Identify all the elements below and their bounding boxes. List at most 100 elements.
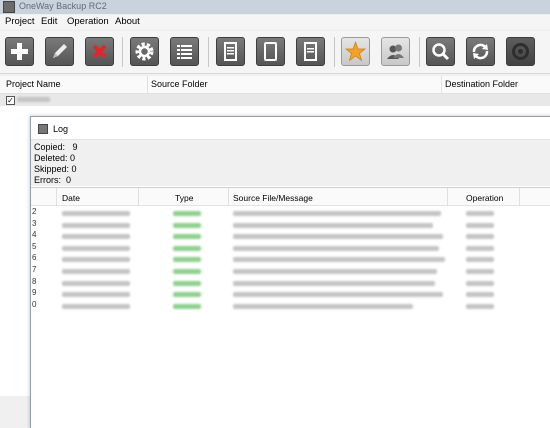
operation-redacted <box>466 280 494 286</box>
stat-errors: Errors: 0 <box>34 175 71 185</box>
toolbar-separator <box>122 37 123 67</box>
operation-redacted <box>466 245 494 251</box>
log-title: Log <box>53 124 69 134</box>
operation-redacted <box>466 292 494 298</box>
column-divider <box>447 188 448 205</box>
row-number: 7 <box>32 265 37 274</box>
stat-copied: Copied: 9 <box>34 142 78 152</box>
gear-icon <box>135 42 154 61</box>
document-button[interactable] <box>216 37 245 66</box>
date-redacted <box>62 211 130 216</box>
operation-redacted <box>466 269 494 274</box>
menu-edit[interactable]: Edit <box>41 16 57 27</box>
row-number: 5 <box>32 241 37 251</box>
tablet-button[interactable] <box>256 37 285 66</box>
stat-deleted-label: Deleted: <box>34 153 68 163</box>
type-redacted <box>173 269 201 274</box>
message-redacted <box>233 257 445 263</box>
log-window: Log Copied: 9 Deleted: 0 Skipped: 0 Erro… <box>30 116 550 428</box>
log-row[interactable]: 7 <box>31 265 550 277</box>
column-divider <box>147 76 148 93</box>
type-redacted <box>173 222 201 228</box>
type-redacted <box>173 257 201 263</box>
page-icon <box>304 42 317 61</box>
log-table-header: Date Type Source File/Message Operation <box>31 188 550 206</box>
column-type[interactable]: Type <box>175 193 193 203</box>
column-divider <box>441 76 442 93</box>
star-icon <box>345 40 366 62</box>
operation-redacted <box>466 211 494 216</box>
stat-errors-label: Errors: <box>34 175 61 185</box>
date-redacted <box>62 303 130 309</box>
stat-copied-label: Copied: <box>34 142 66 152</box>
app-icon <box>3 1 15 13</box>
project-row[interactable]: ✓ <box>0 94 550 106</box>
project-checkbox[interactable]: ✓ <box>6 96 15 105</box>
plus-icon <box>11 43 28 60</box>
project-name-redacted <box>17 97 50 102</box>
search-button[interactable] <box>426 37 455 66</box>
row-number: 3 <box>32 218 37 228</box>
list-icon <box>177 45 192 59</box>
list-button[interactable] <box>170 37 199 66</box>
stat-skipped-label: Skipped: <box>34 164 70 174</box>
log-row[interactable]: 3 <box>31 219 550 231</box>
page-button[interactable] <box>296 37 325 66</box>
favorite-button[interactable] <box>341 37 370 66</box>
log-window-icon <box>38 124 48 134</box>
type-redacted <box>173 303 201 309</box>
row-number: 4 <box>32 230 37 240</box>
log-row[interactable]: 2 <box>31 207 550 219</box>
users-button[interactable] <box>381 37 410 66</box>
column-operation[interactable]: Operation <box>466 193 503 203</box>
stat-skipped: Skipped: 0 <box>34 164 77 174</box>
date-redacted <box>62 280 130 286</box>
menu-project[interactable]: Project <box>5 16 35 27</box>
project-table-header: Project Name Source Folder Destination F… <box>0 76 550 94</box>
add-project-button[interactable] <box>5 37 34 66</box>
column-source-folder[interactable]: Source Folder <box>151 79 208 89</box>
title-bar: OneWay Backup RC2 <box>0 0 550 14</box>
row-number: 2 <box>32 207 37 216</box>
toolbar <box>0 31 550 74</box>
log-row[interactable]: 5 <box>31 242 550 254</box>
column-source-file-message[interactable]: Source File/Message <box>233 193 313 203</box>
column-project-name[interactable]: Project Name <box>6 79 61 89</box>
date-redacted <box>62 269 130 274</box>
column-divider <box>519 188 520 205</box>
toolbar-separator <box>334 37 335 67</box>
log-row[interactable]: 4 <box>31 230 550 242</box>
stat-deleted: Deleted: 0 <box>34 153 75 163</box>
date-redacted <box>62 292 130 298</box>
menu-operation[interactable]: Operation <box>67 16 109 27</box>
log-row[interactable]: 0 <box>31 300 550 312</box>
message-redacted <box>233 303 413 309</box>
row-number: 0 <box>32 299 37 309</box>
log-row[interactable]: 9 <box>31 288 550 300</box>
refresh-icon <box>472 43 489 60</box>
stat-skipped-value: 0 <box>71 164 77 174</box>
column-divider <box>56 188 57 205</box>
log-row[interactable]: 8 <box>31 277 550 289</box>
type-redacted <box>173 292 201 298</box>
column-divider <box>138 188 139 205</box>
log-row[interactable]: 6 <box>31 253 550 265</box>
stop-button[interactable] <box>506 37 535 66</box>
row-number: 8 <box>32 276 37 286</box>
delete-project-button[interactable] <box>85 37 114 66</box>
settings-button[interactable] <box>130 37 159 66</box>
column-date[interactable]: Date <box>62 193 80 203</box>
toolbar-separator <box>419 37 420 67</box>
row-number: 6 <box>32 253 37 263</box>
pencil-icon <box>53 44 67 58</box>
window-title: OneWay Backup RC2 <box>19 1 107 11</box>
column-destination-folder[interactable]: Destination Folder <box>445 79 518 89</box>
type-redacted <box>173 280 201 286</box>
message-redacted <box>233 211 441 216</box>
stat-copied-value: 9 <box>72 142 78 152</box>
refresh-button[interactable] <box>466 37 495 66</box>
stat-deleted-value: 0 <box>70 153 76 163</box>
message-redacted <box>233 280 435 286</box>
menu-about[interactable]: About <box>115 16 140 27</box>
edit-project-button[interactable] <box>45 37 74 66</box>
